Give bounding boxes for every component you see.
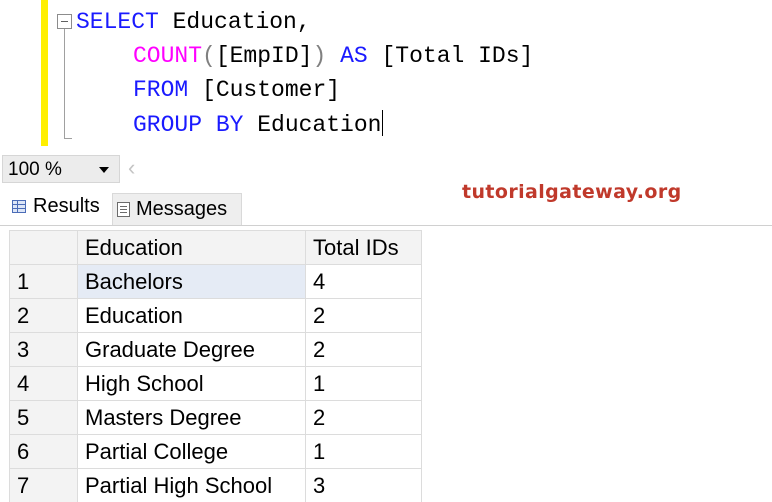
keyword-select: SELECT (76, 9, 159, 35)
code-line-2: COUNT([EmpID]) AS [Total IDs] (133, 42, 533, 70)
changed-lines-margin (41, 0, 48, 146)
zoom-dropdown[interactable]: 100 % (2, 155, 120, 183)
keyword-group-by: GROUP BY (133, 112, 244, 138)
code-paren-close: ) (312, 43, 327, 69)
code-text: Education, (158, 9, 311, 35)
code-text: Education (243, 112, 382, 138)
function-count: COUNT (133, 43, 203, 69)
cell-education[interactable]: Partial High School (77, 468, 306, 502)
results-grid[interactable]: Education Total IDs 1 Bachelors 4 2 Educ… (0, 226, 772, 502)
row-number[interactable]: 4 (9, 366, 78, 401)
zoom-value: 100 % (8, 159, 62, 180)
row-number-header[interactable] (9, 230, 78, 265)
result-tabs: Results Messages (0, 188, 772, 226)
row-number[interactable]: 1 (9, 264, 78, 299)
table-row: 1 Bachelors 4 (9, 264, 422, 299)
code-text: [EmpID] (215, 43, 313, 69)
table-row: 4 High School 1 (9, 366, 422, 401)
cell-total-ids[interactable]: 4 (305, 264, 422, 299)
cell-total-ids[interactable]: 2 (305, 298, 422, 333)
outline-guide-end (64, 138, 72, 139)
collapse-region-icon[interactable] (57, 14, 72, 29)
cell-total-ids[interactable]: 2 (305, 332, 422, 367)
cell-education[interactable]: Bachelors (77, 264, 306, 299)
cell-education[interactable]: High School (77, 366, 306, 401)
table-row: 7 Partial High School 3 (9, 468, 422, 502)
results-grid-icon (12, 200, 26, 213)
tab-messages[interactable]: Messages (112, 193, 242, 225)
cell-total-ids[interactable]: 1 (305, 434, 422, 469)
text-caret (382, 110, 384, 136)
code-line-3: FROM [Customer] (133, 76, 340, 104)
cell-education[interactable]: Masters Degree (77, 400, 306, 435)
tab-results[interactable]: Results (3, 188, 111, 225)
outline-guide (64, 29, 65, 139)
results-table: Education Total IDs 1 Bachelors 4 2 Educ… (9, 230, 422, 502)
row-number[interactable]: 6 (9, 434, 78, 469)
table-header-row: Education Total IDs (9, 230, 422, 265)
tab-results-label: Results (33, 195, 100, 217)
query-editor[interactable]: SELECT Education, COUNT([EmpID]) AS [Tot… (0, 0, 772, 152)
cell-total-ids[interactable]: 3 (305, 468, 422, 502)
table-row: 3 Graduate Degree 2 (9, 332, 422, 367)
messages-icon (117, 202, 130, 217)
row-number[interactable]: 7 (9, 468, 78, 502)
keyword-from: FROM (133, 77, 189, 103)
cell-education[interactable]: Graduate Degree (77, 332, 306, 367)
cell-education[interactable]: Partial College (77, 434, 306, 469)
row-number[interactable]: 2 (9, 298, 78, 333)
row-number[interactable]: 3 (9, 332, 78, 367)
column-header-total-ids[interactable]: Total IDs (305, 230, 422, 265)
cell-education[interactable]: Education (77, 298, 306, 333)
code-line-1: SELECT Education, (76, 8, 311, 36)
scroll-left-icon[interactable]: ‹ (128, 155, 135, 181)
column-header-education[interactable]: Education (77, 230, 306, 265)
code-text: [Customer] (188, 77, 341, 103)
table-row: 5 Masters Degree 2 (9, 400, 422, 435)
table-row: 2 Education 2 (9, 298, 422, 333)
tab-messages-label: Messages (136, 198, 228, 220)
keyword-as: AS (326, 43, 368, 69)
table-row: 6 Partial College 1 (9, 434, 422, 469)
row-number[interactable]: 5 (9, 400, 78, 435)
code-paren-open: ( (202, 43, 216, 69)
chevron-down-icon[interactable] (99, 167, 109, 173)
code-line-4: GROUP BY Education (133, 110, 384, 139)
code-text: [Total IDs] (367, 43, 534, 69)
cell-total-ids[interactable]: 2 (305, 400, 422, 435)
cell-total-ids[interactable]: 1 (305, 366, 422, 401)
